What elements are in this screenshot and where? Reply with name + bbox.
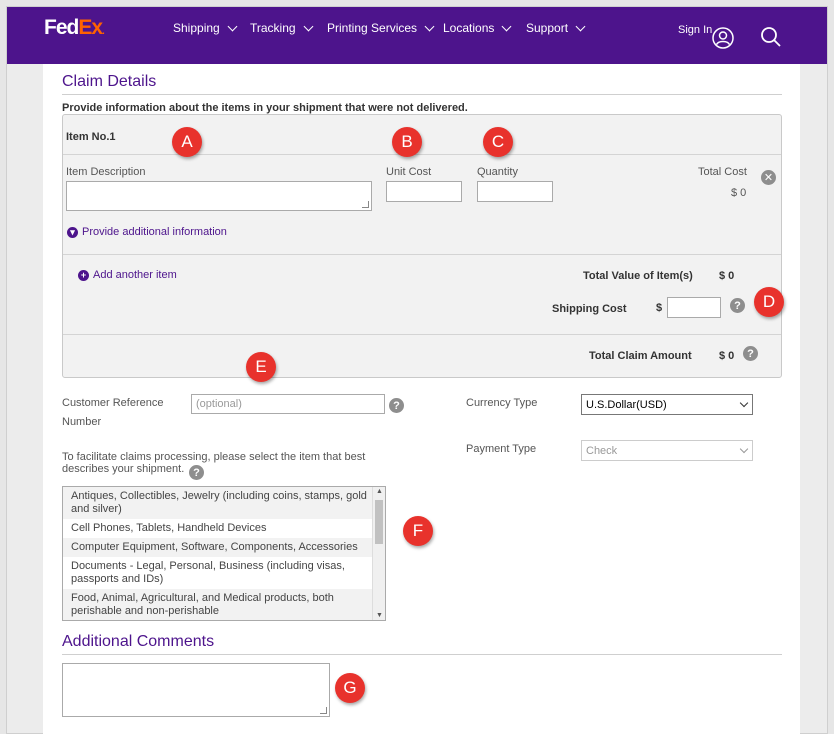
nav-locations-label: Locations bbox=[443, 21, 495, 35]
divider bbox=[63, 154, 781, 155]
annotation-marker-g: G bbox=[335, 673, 365, 703]
unit-cost-field[interactable] bbox=[386, 181, 462, 202]
quantity-field[interactable] bbox=[477, 181, 553, 202]
customer-reference-placeholder: (optional) bbox=[196, 398, 242, 410]
total-value-label: Total Value of Item(s) bbox=[583, 270, 693, 282]
payment-type-select[interactable]: Check bbox=[581, 440, 753, 461]
scroll-up-icon[interactable]: ▲ bbox=[376, 488, 383, 495]
claim-details-title: Claim Details bbox=[62, 73, 157, 90]
annotation-marker-a: A bbox=[172, 127, 202, 157]
caret-down-icon: ▾ bbox=[67, 226, 78, 238]
category-listbox[interactable]: Antiques, Collectibles, Jewelry (includi… bbox=[62, 486, 386, 621]
fedex-logo[interactable]: FedEx. bbox=[44, 16, 105, 40]
sign-in-link[interactable]: Sign In bbox=[678, 24, 712, 36]
category-prompt-2: describes your shipment. bbox=[62, 463, 185, 475]
nav-tracking[interactable]: Tracking bbox=[250, 21, 314, 35]
logo-dot: . bbox=[102, 26, 105, 37]
divider bbox=[62, 654, 782, 655]
help-icon[interactable]: ? bbox=[389, 398, 404, 413]
additional-info-label: Provide additional information bbox=[82, 226, 227, 238]
nav-tracking-label: Tracking bbox=[250, 21, 296, 35]
currency-type-select[interactable]: U.S.Dollar(USD) bbox=[581, 394, 753, 415]
total-value-amount: $ 0 bbox=[719, 270, 735, 282]
annotation-marker-c: C bbox=[483, 127, 513, 157]
customer-reference-label-2: Number bbox=[62, 416, 102, 428]
item-number-label: Item No.1 bbox=[66, 131, 116, 143]
nav-shipping-label: Shipping bbox=[173, 21, 220, 35]
list-item[interactable]: Documents - Legal, Personal, Business (i… bbox=[63, 557, 385, 589]
user-icon[interactable] bbox=[712, 27, 734, 49]
resize-handle-icon[interactable] bbox=[320, 707, 327, 714]
chevron-down-icon bbox=[739, 444, 749, 454]
shipping-cost-field[interactable] bbox=[667, 297, 721, 318]
annotation-marker-d: D bbox=[754, 287, 784, 317]
chevron-down-icon bbox=[227, 21, 238, 31]
list-item[interactable]: Food, Animal, Agricultural, and Medical … bbox=[63, 589, 385, 620]
chevron-down-icon bbox=[501, 21, 512, 31]
chevron-down-icon bbox=[424, 21, 435, 31]
currency-type-value: U.S.Dollar(USD) bbox=[586, 398, 667, 411]
list-item[interactable]: Antiques, Collectibles, Jewelry (includi… bbox=[63, 487, 385, 519]
help-icon[interactable]: ? bbox=[743, 346, 758, 361]
nav-printing-services-label: Printing Services bbox=[327, 21, 418, 35]
chevron-down-icon bbox=[739, 398, 749, 408]
shipping-currency-symbol: $ bbox=[656, 302, 663, 314]
total-claim-label: Total Claim Amount bbox=[589, 350, 692, 362]
claim-intro-text: Provide information about the items in y… bbox=[62, 102, 468, 114]
additional-info-toggle[interactable]: ▾ Provide additional information bbox=[67, 226, 227, 238]
unit-cost-label: Unit Cost bbox=[386, 166, 432, 178]
nav-support-label: Support bbox=[526, 21, 569, 35]
divider bbox=[62, 94, 782, 95]
annotation-marker-f: F bbox=[403, 516, 433, 546]
nav-locations[interactable]: Locations bbox=[443, 21, 512, 35]
total-claim-amount: $ 0 bbox=[719, 350, 735, 362]
additional-comments-field[interactable] bbox=[62, 663, 330, 717]
help-icon[interactable]: ? bbox=[189, 465, 204, 480]
nav-shipping[interactable]: Shipping bbox=[173, 21, 238, 35]
currency-type-label: Currency Type bbox=[466, 397, 538, 409]
list-item[interactable]: Cell Phones, Tablets, Handheld Devices bbox=[63, 519, 385, 538]
payment-type-label: Payment Type bbox=[466, 443, 537, 455]
item-description-label: Item Description bbox=[66, 166, 146, 178]
divider bbox=[63, 254, 781, 255]
plus-icon: + bbox=[78, 269, 89, 281]
customer-reference-field[interactable]: (optional) bbox=[191, 394, 385, 414]
chevron-down-icon bbox=[303, 21, 314, 31]
search-icon[interactable] bbox=[760, 26, 782, 48]
scrollbar-thumb[interactable] bbox=[375, 500, 383, 544]
category-prompt: To facilitate claims processing, please … bbox=[62, 451, 366, 463]
scroll-down-icon[interactable]: ▼ bbox=[376, 612, 383, 619]
add-item-label: Add another item bbox=[93, 269, 177, 281]
add-item-link[interactable]: + Add another item bbox=[78, 269, 177, 281]
nav-support[interactable]: Support bbox=[526, 21, 586, 35]
scrollbar[interactable]: ▲ ▼ bbox=[372, 487, 385, 620]
total-cost-label: Total Cost bbox=[698, 166, 747, 178]
chevron-down-icon bbox=[575, 21, 586, 31]
payment-type-value: Check bbox=[586, 444, 618, 457]
logo-fed: Fed bbox=[44, 16, 79, 39]
total-cost-value: $ 0 bbox=[731, 187, 747, 199]
annotation-marker-b: B bbox=[392, 127, 422, 157]
customer-reference-label: Customer Reference bbox=[62, 397, 164, 409]
additional-comments-title: Additional Comments bbox=[62, 633, 215, 650]
nav-printing-services[interactable]: Printing Services bbox=[327, 21, 435, 35]
item-description-field[interactable] bbox=[66, 181, 372, 211]
shipping-cost-label: Shipping Cost bbox=[552, 303, 627, 315]
annotation-marker-e: E bbox=[246, 352, 276, 382]
logo-ex: Ex bbox=[78, 16, 103, 39]
remove-item-icon[interactable]: ✕ bbox=[761, 170, 776, 185]
divider bbox=[63, 334, 781, 335]
list-item[interactable]: Computer Equipment, Software, Components… bbox=[63, 538, 385, 557]
help-icon[interactable]: ? bbox=[730, 298, 745, 313]
quantity-label: Quantity bbox=[477, 166, 518, 178]
resize-handle-icon[interactable] bbox=[362, 201, 369, 208]
